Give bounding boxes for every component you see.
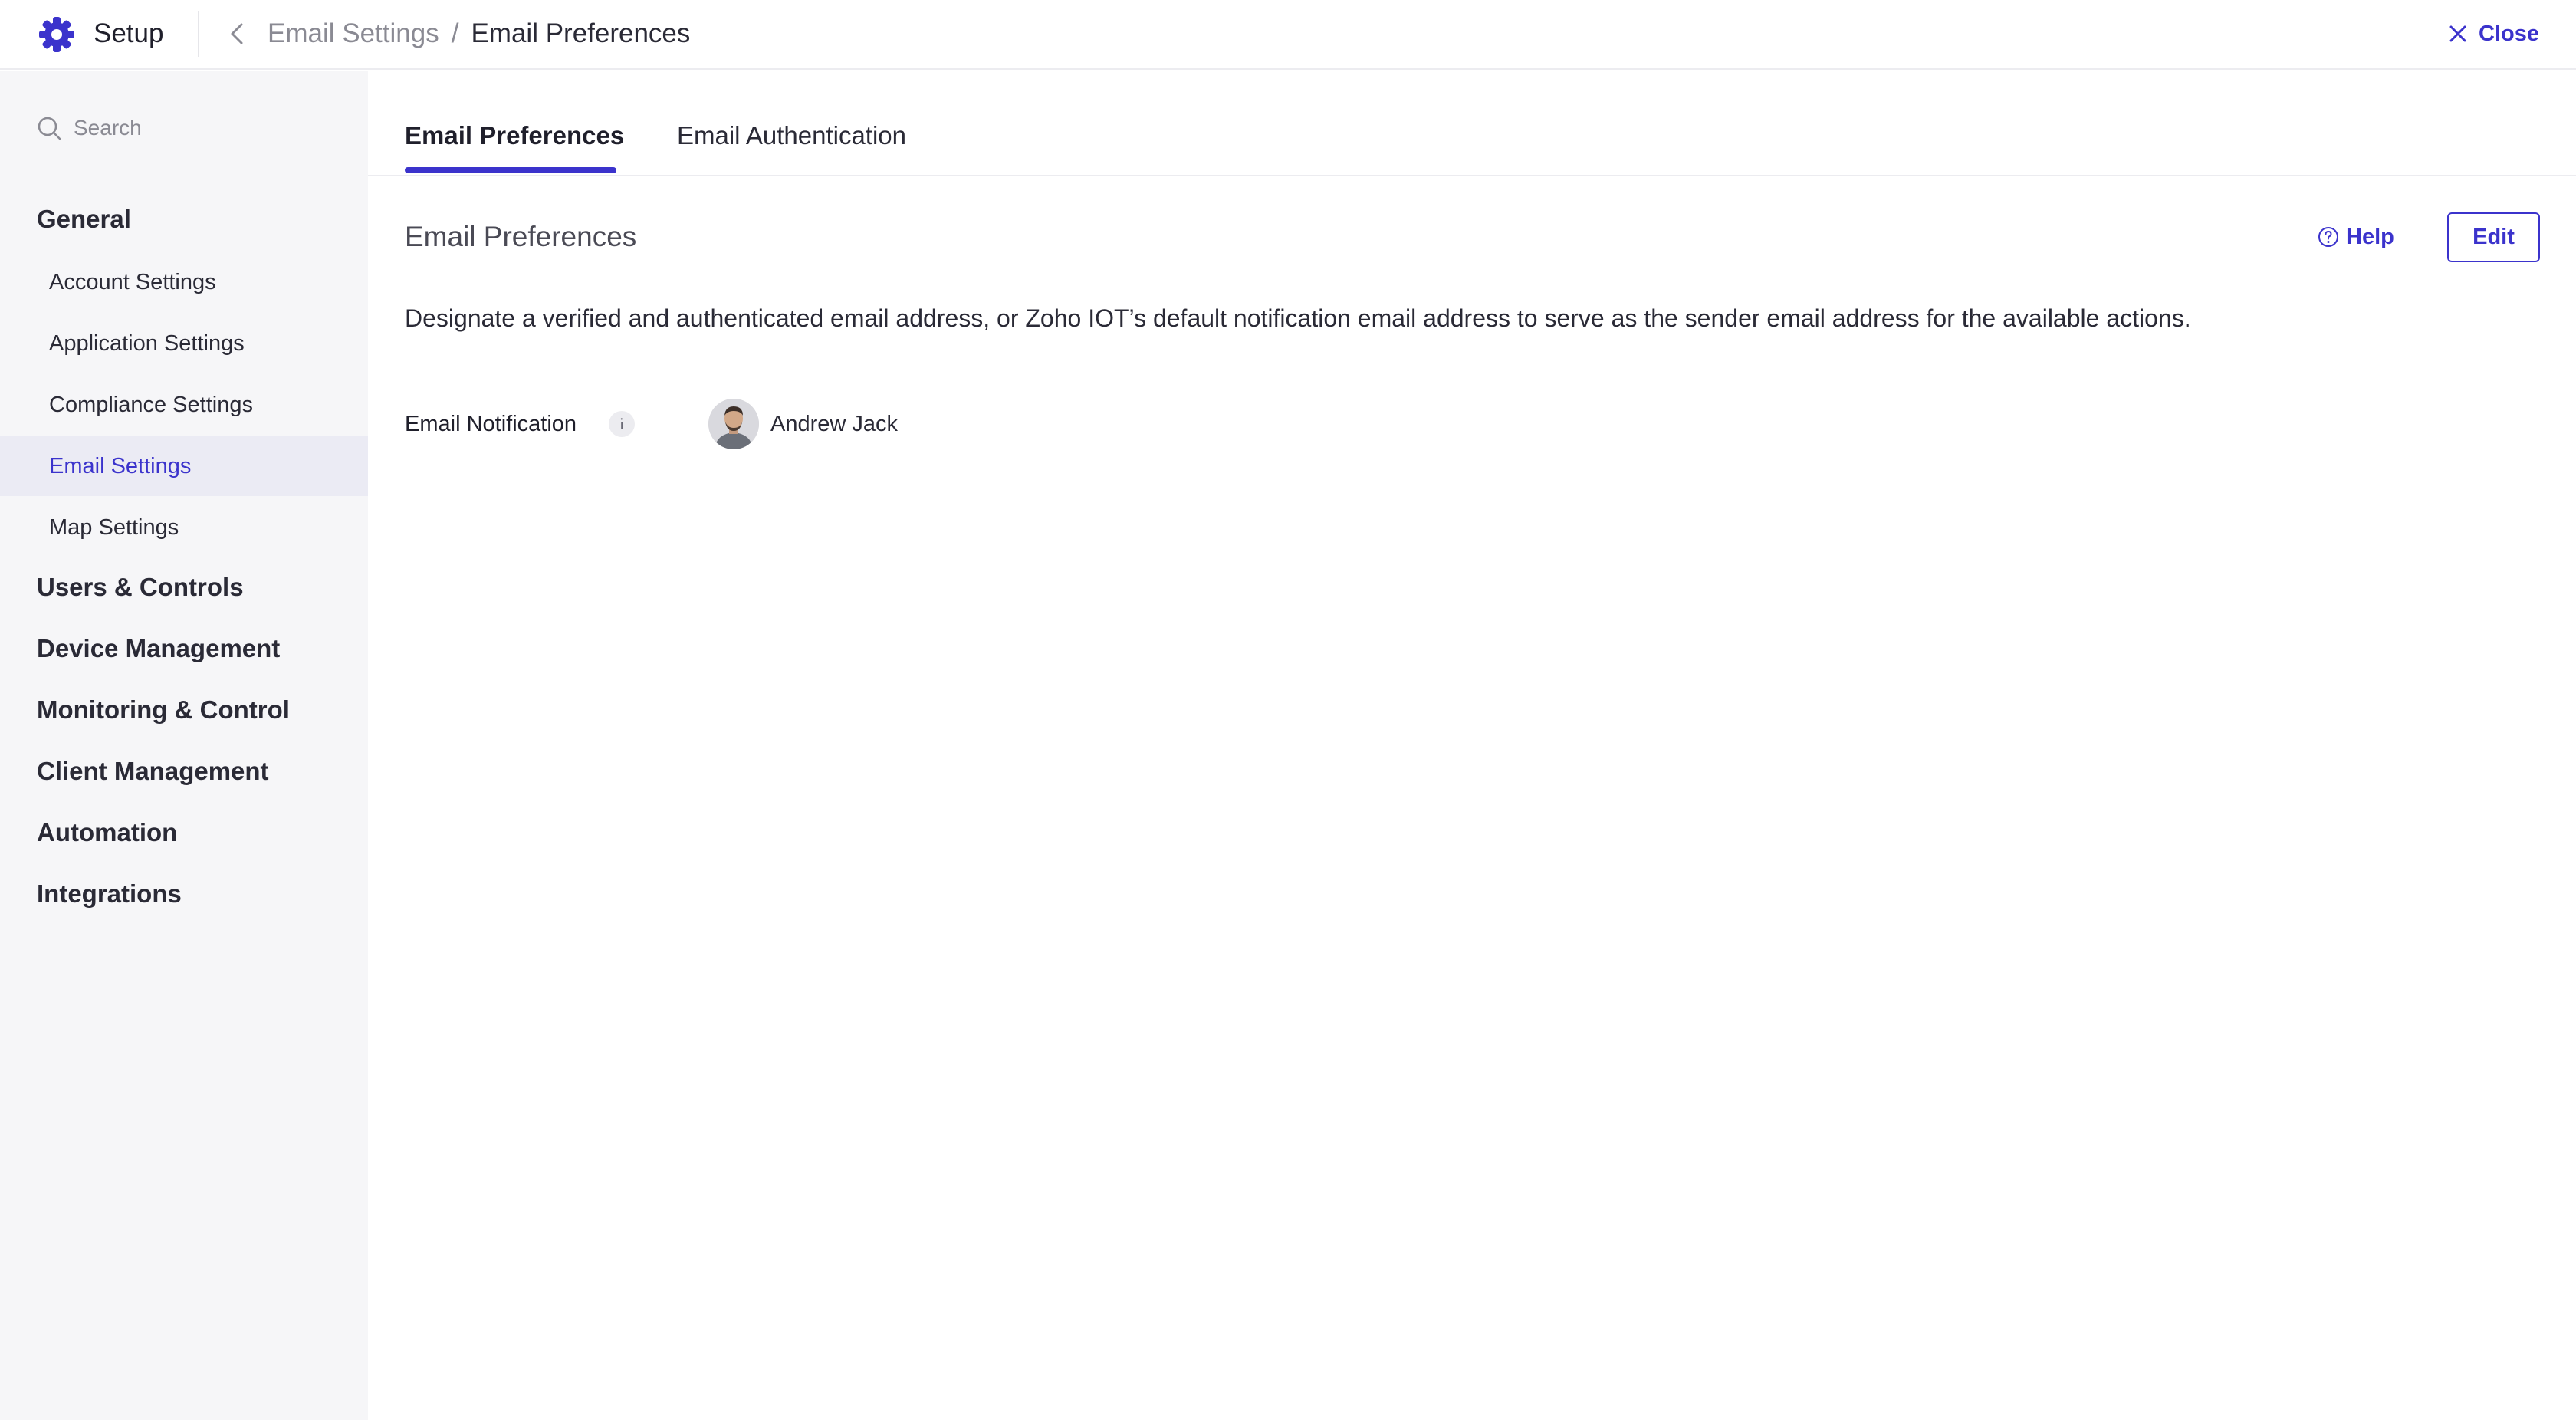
sidebar-section-device-management[interactable]: Device Management bbox=[37, 632, 280, 666]
selected-user-name[interactable]: Andrew Jack bbox=[770, 409, 898, 439]
breadcrumb-current: Email Preferences bbox=[471, 18, 691, 48]
sidebar-section-users-controls[interactable]: Users & Controls bbox=[37, 570, 244, 604]
sidebar-item-compliance-settings[interactable]: Compliance Settings bbox=[0, 375, 368, 435]
sidebar-section-monitoring-control[interactable]: Monitoring & Control bbox=[37, 693, 290, 727]
tab-email-authentication[interactable]: Email Authentication bbox=[677, 119, 906, 153]
info-icon[interactable]: i bbox=[609, 411, 635, 437]
close-icon bbox=[2450, 25, 2466, 42]
section-title: Email Preferences bbox=[405, 221, 637, 252]
sidebar-section-automation[interactable]: Automation bbox=[37, 816, 177, 850]
help-link[interactable]: Help bbox=[2317, 220, 2394, 254]
sidebar-item-account-settings[interactable]: Account Settings bbox=[0, 252, 368, 312]
breadcrumb: Email Settings / Email Preferences bbox=[268, 17, 690, 51]
search-box[interactable] bbox=[35, 113, 365, 143]
gear-icon bbox=[39, 17, 74, 52]
sidebar-section-integrations[interactable]: Integrations bbox=[37, 877, 182, 911]
close-label: Close bbox=[2479, 21, 2539, 46]
divider bbox=[198, 11, 199, 57]
tab-bar: Email Preferences Email Authentication bbox=[368, 71, 2576, 176]
search-input[interactable] bbox=[74, 116, 365, 140]
help-icon bbox=[2318, 227, 2338, 247]
description-text: Designate a verified and authenticated e… bbox=[405, 304, 2191, 332]
active-tab-indicator bbox=[405, 167, 616, 173]
sidebar-item-application-settings[interactable]: Application Settings bbox=[0, 314, 368, 373]
chevron-left-icon[interactable] bbox=[222, 18, 253, 49]
app-title: Setup bbox=[94, 18, 164, 48]
sidebar-item-map-settings[interactable]: Map Settings bbox=[0, 498, 368, 557]
top-bar: Setup Email Settings / Email Preferences C… bbox=[0, 0, 2576, 70]
sidebar-item-email-settings[interactable]: Email Settings bbox=[0, 436, 368, 496]
tab-email-preferences[interactable]: Email Preferences bbox=[405, 119, 624, 153]
main-content: Email Preferences Email Authentication E… bbox=[368, 71, 2576, 1420]
help-label: Help bbox=[2346, 224, 2394, 249]
sidebar: General Account Settings Application Set… bbox=[0, 71, 368, 1420]
avatar bbox=[708, 399, 759, 449]
user-avatar-icon bbox=[708, 399, 759, 449]
edit-button[interactable]: Edit bbox=[2447, 212, 2540, 262]
breadcrumb-parent[interactable]: Email Settings bbox=[268, 18, 439, 48]
sidebar-section-general[interactable]: General bbox=[37, 202, 131, 236]
close-button[interactable]: Close bbox=[2446, 17, 2539, 51]
breadcrumb-separator: / bbox=[451, 18, 459, 48]
search-icon bbox=[38, 117, 61, 140]
email-notification-label: Email Notification bbox=[405, 412, 577, 436]
sidebar-section-client-management[interactable]: Client Management bbox=[37, 754, 269, 788]
